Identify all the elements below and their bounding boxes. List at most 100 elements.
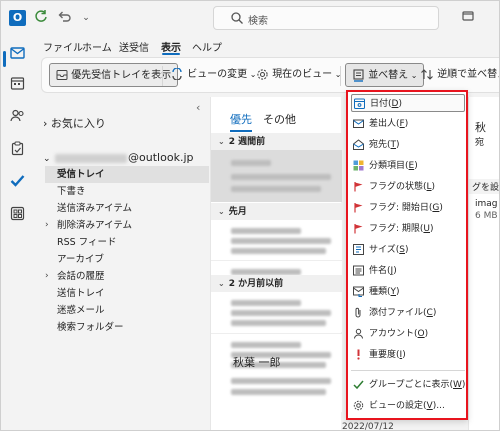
sync-icon[interactable]: [32, 9, 50, 27]
attachment-name[interactable]: imag: [475, 199, 498, 209]
group-header[interactable]: ⌄ 2 週間前: [211, 133, 342, 150]
change-view-label: ビューの変更: [187, 69, 248, 80]
tab-help[interactable]: ヘルプ: [192, 39, 222, 54]
rail-calendar[interactable]: [1, 69, 33, 99]
apps-icon: [10, 206, 25, 221]
message-item[interactable]: [211, 220, 342, 260]
sort-option-flag-due[interactable]: フラグ: 期限(U): [351, 220, 465, 238]
ribbon-divider: [340, 66, 341, 86]
access-key: W: [452, 380, 462, 390]
outlook-window: O ⌄ 検索 ファイル ホーム 送受信 表示 ヘルプ 優先受信トレイを表示 ビュ…: [0, 0, 500, 431]
sort-option-categories[interactable]: 分類項目(E): [351, 157, 465, 175]
reading-banner-fragment: グを設定: [469, 179, 499, 194]
collapse-pane-icon[interactable]: ‹: [196, 101, 200, 114]
search-placeholder: 検索: [248, 16, 268, 27]
folder-archive[interactable]: アーカイブ: [45, 251, 209, 268]
menu-item-label: 差出人: [369, 119, 397, 129]
favorites-label: お気に入り: [50, 117, 106, 130]
message-item[interactable]: [211, 372, 342, 412]
calendar-icon: [354, 98, 365, 109]
folder-search[interactable]: 検索フォルダー: [45, 319, 209, 336]
message-item[interactable]: [211, 150, 342, 202]
folder-label: 会話の履歴: [57, 271, 105, 282]
message-sender: 秋葉 一郎: [233, 356, 281, 369]
blurred-text: [231, 300, 301, 306]
sort-option-attachment[interactable]: 添付ファイル(C): [351, 304, 465, 322]
flag-start-icon: [354, 203, 363, 213]
menu-item-label: フラグ: 期限: [369, 224, 420, 234]
rail-people[interactable]: [1, 101, 33, 131]
focused-tab-underline: [230, 130, 252, 132]
favorites-header[interactable]: › お気に入り: [43, 115, 106, 131]
folder-outbox[interactable]: 送信トレイ: [45, 285, 209, 302]
folder-drafts[interactable]: 下書き: [45, 183, 209, 200]
folder-label: 送信トレイ: [57, 288, 105, 299]
sort-by-button[interactable]: 並べ替え ⌄: [345, 63, 425, 87]
message-item[interactable]: [211, 292, 342, 332]
focused-inbox-button[interactable]: 優先受信トレイを表示: [49, 63, 179, 87]
menu-item-label: 種類: [369, 287, 388, 297]
envelope-from-icon: [353, 119, 364, 128]
folder-junk[interactable]: 迷惑メール: [45, 302, 209, 319]
reverse-sort-label: 逆順で並べ替え: [437, 69, 499, 80]
sort-option-date[interactable]: 日付(D): [351, 94, 465, 112]
undo-icon[interactable]: [55, 9, 73, 27]
tab-view[interactable]: 表示: [161, 39, 181, 54]
folder-sent[interactable]: 送信済みアイテム: [45, 200, 209, 217]
access-key: O: [417, 329, 425, 339]
sort-option-account[interactable]: アカウント(O): [351, 325, 465, 343]
sort-option-subject[interactable]: 件名(J): [351, 262, 465, 280]
account-icon: [354, 328, 363, 339]
message-date: 2022/07/12: [342, 422, 394, 431]
folder-deleted[interactable]: › 削除済みアイテム: [45, 217, 209, 234]
account-domain: @outlook.jp: [128, 151, 194, 164]
sort-option-to[interactable]: 宛先(T): [351, 136, 465, 154]
reverse-sort-icon: [421, 68, 433, 80]
sort-option-importance[interactable]: 重要度(I): [351, 346, 465, 364]
access-key: T: [390, 140, 397, 150]
quick-access-dropdown-icon[interactable]: ⌄: [77, 9, 95, 27]
gear-icon: [353, 400, 364, 411]
folder-conversation-history[interactable]: › 会話の履歴: [45, 268, 209, 285]
people-icon: [10, 109, 24, 122]
tab-other[interactable]: その他: [263, 111, 296, 127]
group-label: 2 か月前以前: [228, 279, 284, 289]
menu-item-label: 日付: [370, 99, 389, 109]
sort-option-from[interactable]: 差出人(F): [351, 115, 465, 133]
sort-option-flag-status[interactable]: フラグの状態(L): [351, 178, 465, 196]
tab-send-receive[interactable]: 送受信: [119, 39, 149, 54]
sort-option-type[interactable]: 種類(Y): [351, 283, 465, 301]
group-header[interactable]: ⌄ 2 か月前以前: [211, 275, 342, 292]
folder-inbox[interactable]: 受信トレイ: [45, 166, 209, 183]
folder-label: 下書き: [57, 186, 86, 197]
access-key: S: [399, 245, 405, 255]
access-key: I: [399, 350, 403, 360]
group-header[interactable]: ⌄ 先月: [211, 203, 342, 220]
reading-pane: 秋 宛 グを設定 imag 6 MB: [468, 97, 499, 430]
show-in-groups-option[interactable]: グループごとに表示(W): [351, 376, 465, 394]
more-icon[interactable]: [459, 9, 477, 27]
importance-icon: [357, 349, 360, 360]
reading-sender-fragment: 秋: [475, 121, 486, 134]
sort-option-size[interactable]: サイズ(S): [351, 241, 465, 259]
rail-todo[interactable]: [1, 166, 33, 196]
chevron-right-icon: ›: [45, 271, 49, 281]
tab-focused[interactable]: 優先: [230, 111, 252, 127]
account-header[interactable]: ⌄ @outlook.jp: [43, 151, 208, 164]
menu-item-label: 分類項目: [369, 161, 406, 171]
gear-icon: [257, 68, 268, 80]
reverse-sort-button[interactable]: 逆順で並べ替え: [420, 63, 499, 87]
sort-option-flag-start[interactable]: フラグ: 開始日(G): [351, 199, 465, 217]
search-box[interactable]: 検索: [213, 6, 439, 30]
change-view-button[interactable]: ビューの変更 ⌄: [170, 63, 256, 87]
menu-divider: [351, 370, 465, 371]
rail-tasks[interactable]: [1, 134, 33, 164]
blurred-text: [231, 378, 331, 384]
view-settings-option[interactable]: ビューの設定(V)...: [351, 397, 465, 415]
rail-mail[interactable]: [1, 39, 33, 69]
current-view-button[interactable]: 現在のビュー ⌄: [256, 63, 341, 87]
tab-file[interactable]: ファイル: [43, 39, 83, 54]
tab-home[interactable]: ホーム: [82, 39, 112, 54]
rail-apps[interactable]: [1, 199, 33, 229]
folder-rss[interactable]: RSS フィード: [45, 234, 209, 251]
